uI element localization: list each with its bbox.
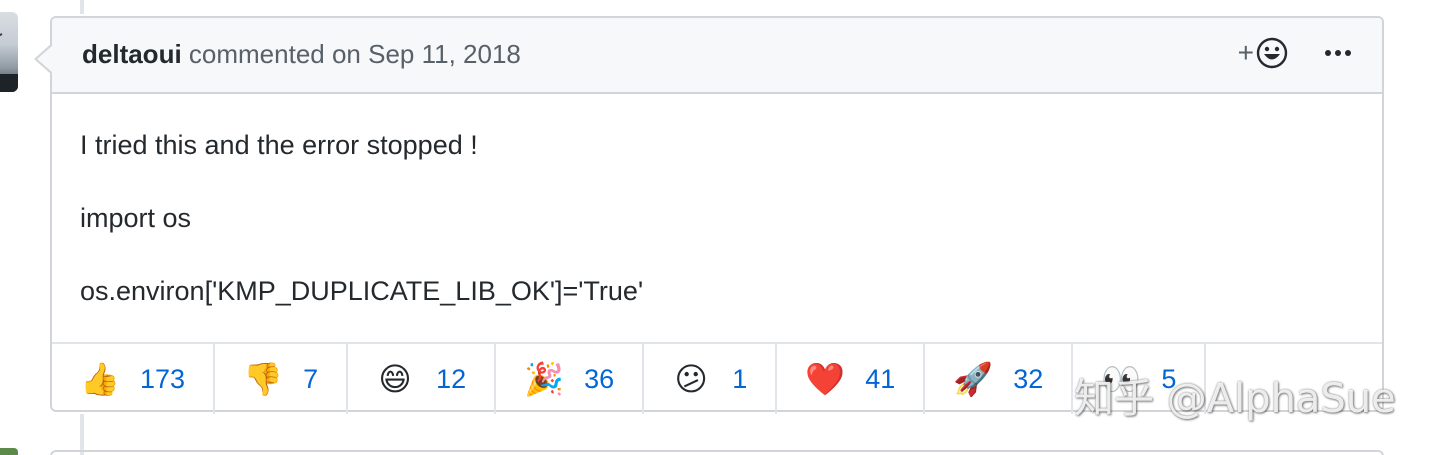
comment-header: deltaoui commented on Sep 11, 2018 + bbox=[52, 18, 1382, 94]
comment-body-line: os.environ['KMP_DUPLICATE_LIB_OK']='True… bbox=[80, 276, 644, 306]
reaction-count: 7 bbox=[303, 363, 319, 394]
comment-body-line: I tried this and the error stopped ! bbox=[80, 130, 478, 160]
comment-header-text: deltaoui commented on Sep 11, 2018 bbox=[82, 39, 521, 70]
thumbs-down-icon: 👎 bbox=[243, 360, 283, 398]
comment-box: deltaoui commented on Sep 11, 2018 + I t… bbox=[34, 16, 1384, 414]
avatar-image bbox=[0, 33, 18, 92]
comment-author[interactable]: deltaoui bbox=[82, 39, 182, 69]
add-reaction-plus: + bbox=[1237, 37, 1254, 68]
reaction-thumbs-down[interactable]: 👎 7 bbox=[215, 344, 349, 414]
next-comment-box bbox=[50, 450, 1384, 455]
kebab-horizontal-icon[interactable] bbox=[1324, 49, 1352, 57]
hooray-icon: 🎉 bbox=[524, 360, 564, 398]
reaction-confused[interactable]: 😕 1 bbox=[644, 344, 778, 414]
reaction-count: 173 bbox=[140, 363, 186, 394]
comment-body: I tried this and the error stopped ! imp… bbox=[52, 94, 1382, 306]
reaction-heart[interactable]: ❤️ 41 bbox=[777, 344, 926, 414]
reaction-count: 5 bbox=[1161, 363, 1177, 394]
next-avatar[interactable] bbox=[0, 448, 18, 455]
heart-icon: ❤️ bbox=[805, 360, 846, 398]
laugh-icon: 😄 bbox=[378, 360, 412, 398]
reaction-count: 36 bbox=[584, 363, 615, 394]
add-reaction-button[interactable]: + bbox=[1238, 37, 1288, 69]
reaction-thumbs-up[interactable]: 👍 173 bbox=[52, 344, 216, 414]
reaction-count: 12 bbox=[436, 363, 467, 394]
comment-meta[interactable]: commented on Sep 11, 2018 bbox=[189, 39, 521, 69]
comment-body-line: import os bbox=[80, 203, 192, 233]
reaction-laugh[interactable]: 😄 12 bbox=[348, 344, 497, 414]
eyes-icon: 👀 bbox=[1101, 360, 1142, 398]
reaction-hooray[interactable]: 🎉 36 bbox=[496, 344, 645, 414]
comment-caret-inner bbox=[37, 45, 53, 73]
reaction-count: 32 bbox=[1013, 363, 1044, 394]
confused-icon: 😕 bbox=[674, 360, 708, 398]
comment-actions: + bbox=[1238, 37, 1352, 69]
reaction-rocket[interactable]: 🚀 32 bbox=[925, 344, 1074, 414]
rocket-icon: 🚀 bbox=[953, 360, 994, 398]
reaction-count: 1 bbox=[732, 363, 748, 394]
thumbs-up-icon: 👍 bbox=[80, 360, 120, 398]
reaction-eyes[interactable]: 👀 5 bbox=[1073, 344, 1207, 414]
page: deltaoui commented on Sep 11, 2018 + I t… bbox=[0, 0, 1440, 455]
smiley-icon bbox=[1256, 37, 1288, 69]
avatar[interactable] bbox=[0, 12, 18, 92]
reactions-bar: 👍 173 👎 7 😄 12 🎉 36 😕 1 ❤️ 41 🚀 32 👀 5 bbox=[52, 342, 1382, 414]
reaction-count: 41 bbox=[865, 363, 896, 394]
